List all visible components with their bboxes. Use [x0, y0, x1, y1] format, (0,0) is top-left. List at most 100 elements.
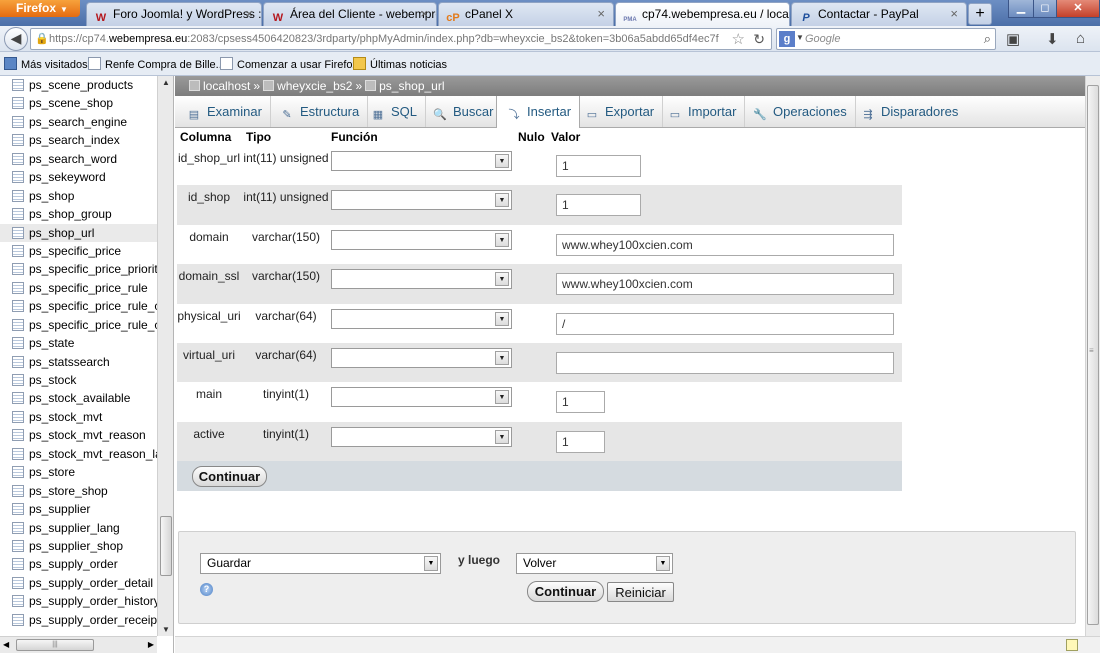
sidebar-table-item[interactable]: ps_shop_url: [0, 223, 157, 242]
value-input[interactable]: 1: [556, 391, 605, 414]
value-input[interactable]: www.whey100xcien.com: [556, 233, 894, 256]
chevron-down-icon[interactable]: ▼: [495, 390, 509, 405]
chevron-down-icon[interactable]: ▼: [495, 154, 509, 168]
sidebar-table-label[interactable]: ps_specific_price_rule_co: [29, 318, 157, 332]
scroll-left-icon[interactable]: ◀: [3, 640, 9, 649]
function-select[interactable]: ▼: [331, 348, 512, 368]
sidebar-table-label[interactable]: ps_stock_available: [29, 391, 130, 405]
sidebar-table-label[interactable]: ps_statssearch: [29, 355, 110, 369]
function-select[interactable]: ▼: [331, 308, 512, 329]
back-button[interactable]: ◀: [4, 27, 28, 51]
sidebar-table-item[interactable]: ps_search_index: [0, 131, 157, 149]
table-icon[interactable]: [12, 208, 24, 221]
tab-insertar[interactable]: ⤵ Insertar: [496, 96, 581, 128]
continue-button[interactable]: Continuar: [192, 466, 267, 487]
table-icon[interactable]: [12, 171, 24, 184]
home-icon[interactable]: ⌂: [1076, 30, 1085, 47]
chevron-down-icon[interactable]: ▼: [495, 272, 509, 287]
tab-sql[interactable]: ▦ SQL: [361, 96, 427, 127]
close-icon[interactable]: ×: [245, 3, 253, 25]
vertical-scrollbar[interactable]: ▲ ▼: [157, 76, 173, 636]
google-icon[interactable]: g: [779, 31, 795, 47]
search-icon[interactable]: ⌕: [984, 31, 991, 47]
value-input[interactable]: 1: [556, 155, 641, 177]
sidebar-table-label[interactable]: ps_store: [29, 465, 75, 479]
scrollbar-thumb[interactable]: |||: [16, 639, 94, 651]
sidebar-table-item[interactable]: ps_statssearch: [0, 353, 157, 371]
screenshot-icon[interactable]: ▣: [1006, 30, 1020, 48]
table-icon[interactable]: [12, 97, 24, 110]
sidebar-table-item[interactable]: ps_store_shop: [0, 482, 157, 500]
bookmark-item[interactable]: Comenzar a usar Firefox: [220, 57, 358, 71]
function-select[interactable]: ▼: [331, 269, 512, 290]
table-icon[interactable]: [12, 281, 24, 294]
table-icon[interactable]: [12, 152, 24, 165]
sidebar-table-label[interactable]: ps_search_engine: [29, 115, 127, 129]
firefox-menu-button[interactable]: Firefox ▼: [0, 0, 80, 17]
sidebar-table-label[interactable]: ps_search_word: [29, 152, 117, 166]
sidebar-table-label[interactable]: ps_store_shop: [29, 484, 108, 498]
scroll-up-icon[interactable]: ▲: [162, 78, 170, 87]
table-icon[interactable]: [12, 576, 24, 589]
sidebar-table-label[interactable]: ps_sekeyword: [29, 170, 106, 184]
scroll-right-icon[interactable]: ▶: [148, 640, 154, 649]
chevron-down-icon[interactable]: ▼: [495, 232, 509, 247]
sidebar-table-label[interactable]: ps_scene_products: [29, 78, 133, 92]
bookmark-item[interactable]: Últimas noticias: [353, 57, 447, 71]
function-select[interactable]: ▼: [331, 190, 512, 211]
table-icon[interactable]: [12, 134, 24, 147]
sidebar-table-item[interactable]: ps_specific_price_rule_co: [0, 316, 157, 334]
sidebar-table-label[interactable]: ps_supply_order_history: [29, 594, 157, 608]
sidebar-table-label[interactable]: ps_specific_price_priority: [29, 262, 157, 276]
then-select[interactable]: Volver ▼: [516, 553, 673, 574]
table-icon[interactable]: [12, 447, 24, 460]
tab-estructura[interactable]: ✎ Estructura: [270, 96, 369, 127]
sidebar-table-label[interactable]: ps_supply_order_detail: [29, 576, 153, 590]
reset-button[interactable]: Reiniciar: [607, 582, 674, 602]
table-icon[interactable]: [12, 244, 24, 257]
close-icon[interactable]: ×: [420, 3, 428, 25]
table-icon[interactable]: [12, 484, 24, 497]
chevron-down-icon[interactable]: ▼: [495, 311, 509, 326]
minimize-window-button[interactable]: ▁: [1008, 0, 1034, 18]
sidebar-table-item[interactable]: ps_supply_order_history: [0, 592, 157, 610]
browser-tab[interactable]: cP cPanel X ×: [438, 2, 614, 26]
sidebar-table-label[interactable]: ps_shop_group: [29, 207, 112, 221]
bookmark-item[interactable]: Renfe Compra de Bille...: [88, 57, 225, 71]
sidebar-table-label[interactable]: ps_scene_shop: [29, 96, 113, 110]
sidebar-table-item[interactable]: ps_scene_shop: [0, 94, 157, 112]
table-icon[interactable]: [12, 466, 24, 479]
value-input[interactable]: www.whey100xcien.com: [556, 273, 894, 296]
browser-tab-active[interactable]: PMA cp74.webempresa.eu / local...: [615, 2, 790, 27]
sidebar-table-item[interactable]: ps_stock_mvt_reason_lan: [0, 445, 157, 463]
browser-tab[interactable]: W Área del Cliente - webempre... ×: [263, 2, 437, 26]
sidebar-table-item[interactable]: ps_specific_price_rule_co: [0, 297, 157, 315]
close-icon[interactable]: ×: [597, 3, 605, 25]
download-icon[interactable]: ⬇: [1046, 30, 1059, 48]
continue-button[interactable]: Continuar: [527, 581, 604, 602]
vertical-scrollbar[interactable]: ≡: [1085, 76, 1100, 636]
chevron-down-icon[interactable]: ▼: [495, 429, 509, 444]
sidebar-table-item[interactable]: ps_supplier_lang: [0, 519, 157, 537]
chevron-down-icon[interactable]: ▼: [495, 193, 509, 208]
sidebar-table-item[interactable]: ps_stock_available: [0, 389, 157, 407]
sidebar-table-item[interactable]: ps_specific_price_rule: [0, 279, 157, 297]
breadcrumb-server[interactable]: localhost: [203, 79, 250, 93]
sidebar-table-label[interactable]: ps_shop: [29, 189, 74, 203]
value-input[interactable]: 1: [556, 194, 641, 217]
chevron-down-icon[interactable]: ▼: [495, 351, 509, 365]
table-icon[interactable]: [12, 503, 24, 516]
scrollbar-thumb[interactable]: [160, 516, 172, 576]
sidebar-table-item[interactable]: ps_shop_group: [0, 205, 157, 223]
table-icon[interactable]: [12, 189, 24, 202]
sidebar-table-item[interactable]: ps_stock_mvt_reason: [0, 426, 157, 444]
sidebar-table-label[interactable]: ps_specific_price_rule: [29, 281, 148, 295]
new-tab-button[interactable]: +: [968, 3, 992, 25]
table-icon[interactable]: [12, 115, 24, 128]
table-icon[interactable]: [12, 392, 24, 405]
sidebar-table-label[interactable]: ps_supply_order: [29, 557, 118, 571]
tab-buscar[interactable]: 🔍 Buscar: [423, 96, 503, 127]
url-bar[interactable]: 🔒 https://cp74.webempresa.eu:2083/cpsess…: [30, 28, 772, 50]
help-icon[interactable]: ?: [200, 583, 213, 596]
sidebar-table-item[interactable]: ps_supply_order_detail: [0, 574, 157, 592]
